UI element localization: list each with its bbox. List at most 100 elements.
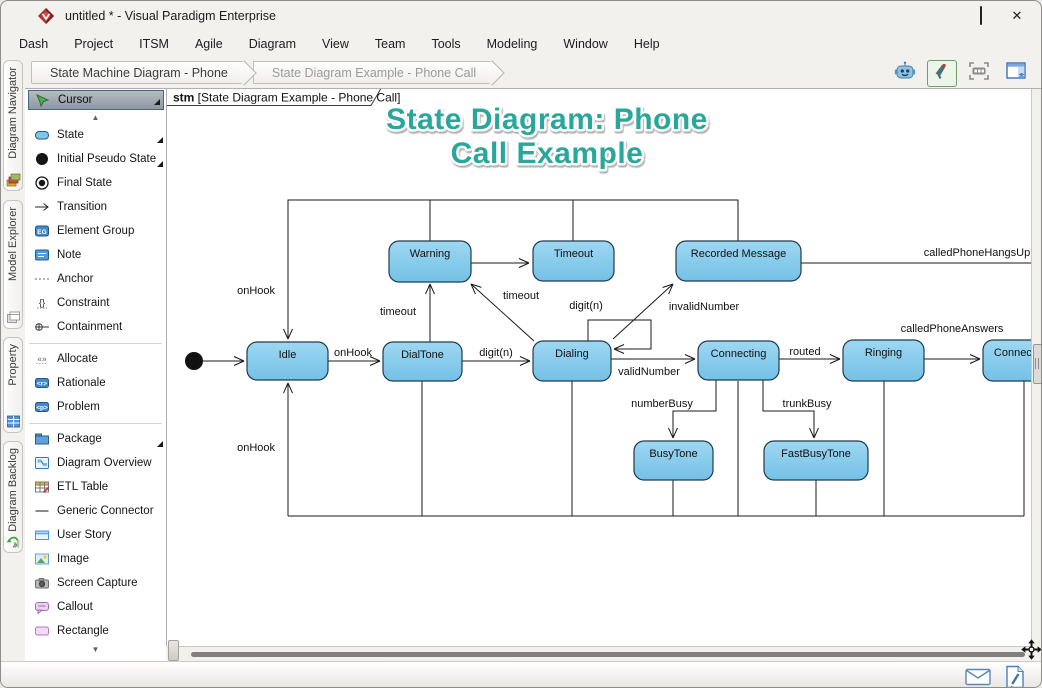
maximize-button[interactable] [963,4,999,28]
palette-tool-label: Note [57,249,81,261]
palette-tool-etl-table[interactable]: ETL Table [25,475,166,499]
splitter-handle[interactable] [168,640,179,661]
arrowhead [810,428,814,438]
palette-scroll-up-button[interactable]: ▲ [25,111,166,123]
vertical-scrollbar-thumb[interactable] [1033,344,1042,384]
arrowhead [288,383,292,393]
mail-icon [965,673,991,688]
arrowhead [830,355,840,359]
pan-icon [1021,639,1042,665]
state-busytone[interactable] [634,441,713,480]
horizontal-scrollbar-thumb[interactable] [191,652,1025,657]
palette-tool-anchor[interactable]: Anchor [25,267,166,291]
diagram-title-line1[interactable]: State Diagram: Phone [386,103,708,136]
problem-icon: <p> [34,399,50,415]
state-timeout[interactable] [533,241,614,281]
minimize-button[interactable] [927,4,963,28]
palette-tool-problem[interactable]: <p>Problem [25,395,166,419]
menu-tools[interactable]: Tools [418,33,473,55]
horizontal-scrollbar[interactable] [167,646,1031,661]
palette-tool-user-story[interactable]: User Story [25,523,166,547]
menu-dash[interactable]: Dash [6,33,61,55]
pan-diagram-button[interactable] [1020,641,1042,663]
menu-itsm[interactable]: ITSM [126,33,182,55]
menu-modeling[interactable]: Modeling [474,33,551,55]
state-fastbusytone[interactable] [764,441,868,480]
menu-project[interactable]: Project [61,33,126,55]
side-tab-diagram-navigator[interactable]: Diagram Navigator [3,60,23,191]
palette-tool-cursor[interactable]: Cursor [28,90,164,110]
palette-tool-label: Diagram Overview [57,457,152,469]
breadcrumb-item-1[interactable]: State Machine Diagram - Phone [31,61,244,84]
side-tab-label: Diagram Backlog [7,448,19,532]
palette-tool-label: Callout [57,601,93,613]
palette-tool-package[interactable]: Package [25,427,166,451]
palette-tool-label: Containment [57,321,122,333]
status-bar [1,661,1041,688]
menu-diagram[interactable]: Diagram [236,33,309,55]
diagram-title-line2[interactable]: Call Example [451,137,644,170]
palette-tool-screen-capture[interactable]: Screen Capture [25,571,166,595]
arrowhead [814,428,818,438]
menu-window[interactable]: Window [550,33,620,55]
arrowhead [520,357,530,361]
side-tab-model-explorer[interactable]: Model Explorer [3,200,23,329]
state-dialing[interactable] [533,341,611,381]
menu-help[interactable]: Help [621,33,673,55]
side-tab-label: Diagram Navigator [7,67,19,159]
menu-agile[interactable]: Agile [182,33,236,55]
arrowhead [370,361,380,365]
state-label-connecting: Connecting [711,348,767,360]
palette-tool-generic-connector[interactable]: Generic Connector [25,499,166,523]
side-tab-property[interactable]: Property [3,337,23,433]
state-label-ringing: Ringing [865,347,902,359]
palette-scroll-down-button[interactable]: ▼ [25,643,166,655]
arrowhead [234,361,244,365]
palette-tool-constraint[interactable]: {}Constraint [25,291,166,315]
arrowhead [669,428,673,438]
status-bar-icons [965,665,1025,688]
state-recordedmessage[interactable] [676,241,801,281]
palette-tool-element-group[interactable]: EGElement Group [25,219,166,243]
note-icon [34,247,50,263]
svg-text:EG: EG [37,229,46,236]
state-connecting[interactable] [698,341,779,380]
megaphone-icon [932,61,952,86]
palette-tool-rectangle[interactable]: Rectangle [25,619,166,643]
palette-tool-diagram-overview[interactable]: Diagram Overview [25,451,166,475]
palette-tool-note[interactable]: Note [25,243,166,267]
palette-tool-initial-pseudo-state[interactable]: Initial Pseudo State [25,147,166,171]
arrowhead [970,359,980,363]
palette-tool-allocate[interactable]: «»Allocate [25,347,166,371]
mail-button[interactable] [965,668,991,688]
announcement-button[interactable] [927,60,957,87]
palette-separator [25,339,166,347]
palette-tool-final-state[interactable]: Final State [25,171,166,195]
palette-tool-image[interactable]: Image [25,547,166,571]
vertical-scrollbar[interactable] [1031,89,1042,646]
transition-onhook-top-bus[interactable] [288,200,738,339]
state-dialtone[interactable] [383,342,462,381]
element-group-icon: EG [34,223,50,239]
transition-dialing-to-recordedmessage[interactable] [613,284,673,339]
state-idle[interactable] [247,342,328,380]
ai-assistant-button[interactable] [890,60,920,87]
menu-view[interactable]: View [309,33,362,55]
menu-bar: DashProjectITSMAgileDiagramViewTeamTools… [1,31,1041,57]
storyboard-button[interactable] [964,60,994,87]
transition-label: validNumber [618,366,680,378]
menu-team[interactable]: Team [362,33,419,55]
palette-tool-rationale[interactable]: <r>Rationale [25,371,166,395]
close-button[interactable]: ✕ [999,4,1035,28]
diagram-canvas[interactable]: stm [State Diagram Example - Phone Call]… [166,89,1031,646]
initial-pseudo-state-node[interactable] [185,352,203,370]
palette-tool-transition[interactable]: Transition [25,195,166,219]
palette-tool-callout[interactable]: Callout [25,595,166,619]
panel-layout-button[interactable] [1001,60,1031,87]
palette-tool-label: State [57,129,84,141]
palette-tool-state[interactable]: State [25,123,166,147]
side-tab-diagram-backlog[interactable]: Diagram Backlog [3,441,23,553]
edit-description-button[interactable] [1005,665,1025,688]
breadcrumb-item-2[interactable]: State Diagram Example - Phone Call [253,61,492,84]
palette-tool-containment[interactable]: Containment [25,315,166,339]
